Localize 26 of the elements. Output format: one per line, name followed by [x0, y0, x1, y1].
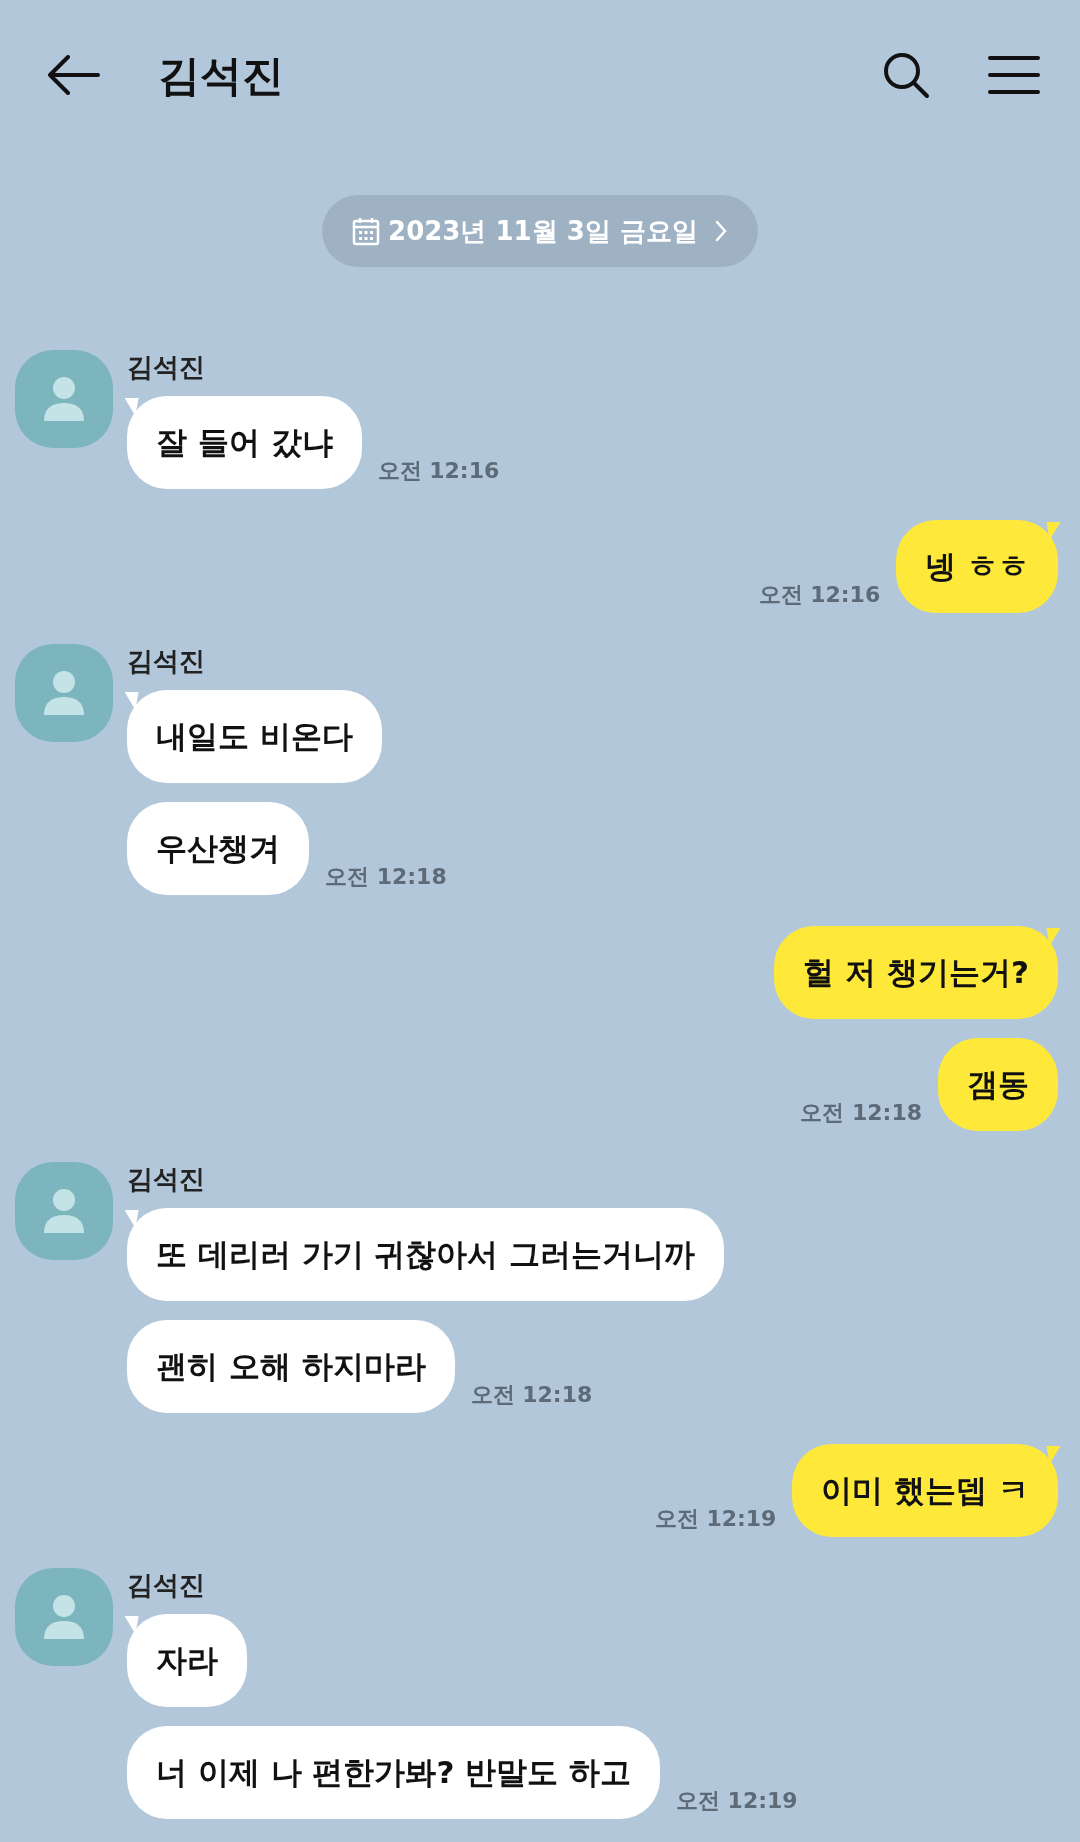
sender-name: 김석진	[127, 1569, 206, 1602]
chat-title: 김석진	[158, 49, 284, 102]
message-time: 오전 12:16	[377, 457, 500, 485]
message-bubble: 괜히 오해 하지마라	[127, 1320, 455, 1413]
message-bubble: 우산챙겨	[127, 802, 309, 895]
message-time: 오전 12:19	[675, 1787, 798, 1815]
avatar-icon	[15, 1162, 113, 1260]
sender-name: 김석진	[127, 645, 206, 678]
search-button[interactable]	[882, 51, 930, 99]
avatar-icon	[15, 644, 113, 742]
chevron-icon	[713, 219, 728, 243]
calendar-icon	[352, 216, 381, 246]
back-button[interactable]	[48, 55, 100, 95]
message-time: 오전 12:18	[800, 1099, 922, 1127]
message-time: 오전 12:18	[325, 863, 447, 891]
avatar-icon	[15, 1568, 113, 1666]
avatar-icon	[15, 350, 113, 448]
message-time: 오전 12:19	[654, 1505, 777, 1533]
sender-name: 김석진	[127, 351, 206, 384]
message-time: 오전 12:18	[470, 1381, 593, 1409]
menu-button[interactable]	[988, 55, 1040, 95]
message-bubble: 너 이제 나 편한가봐? 반말도 하고	[127, 1726, 660, 1819]
date-button[interactable]: 2023년 11월 3일 금요일	[322, 195, 758, 267]
message-bubble: 갬동	[938, 1038, 1058, 1131]
sender-name: 김석진	[127, 1163, 206, 1196]
message-time: 오전 12:16	[758, 581, 881, 609]
